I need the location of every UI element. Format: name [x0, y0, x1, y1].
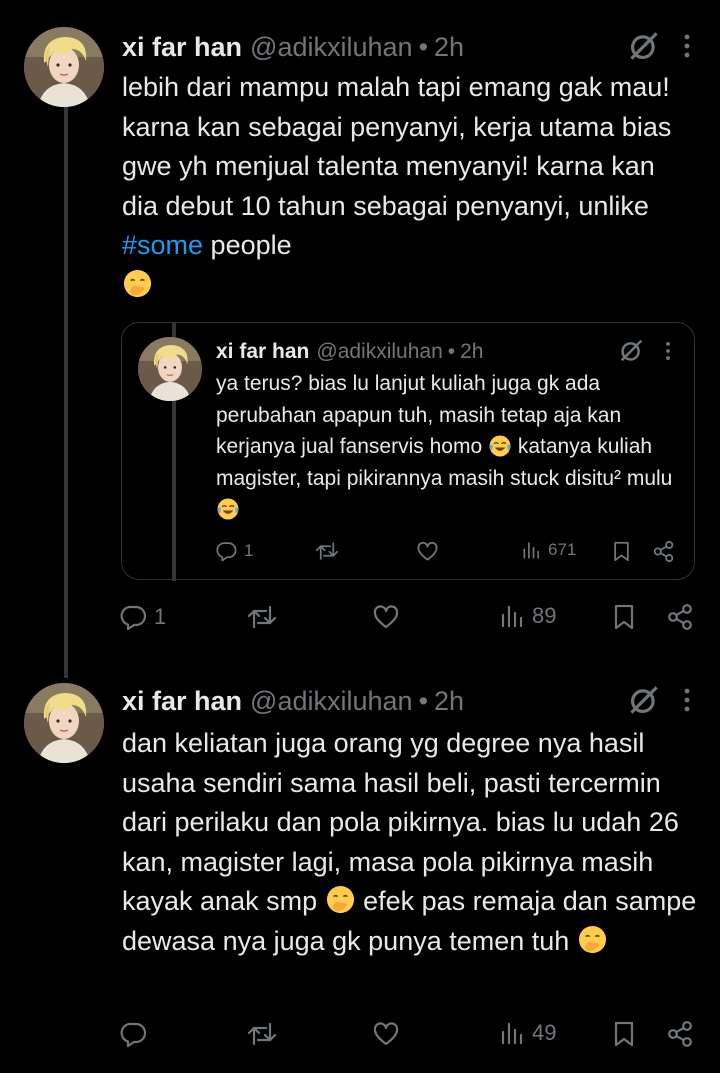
quoted-like-button[interactable]	[416, 540, 439, 563]
view-count: 89	[532, 603, 557, 628]
bookmark-button[interactable]	[612, 603, 636, 631]
tears-of-joy-emoji	[216, 497, 240, 521]
timestamp[interactable]: 2h	[434, 32, 464, 63]
heart-icon	[372, 603, 400, 631]
bookmark-icon	[612, 540, 631, 563]
like-button[interactable]	[372, 1020, 400, 1048]
avatar[interactable]	[24, 27, 104, 107]
like-button[interactable]	[372, 603, 400, 631]
display-name[interactable]: xi far han	[122, 32, 242, 63]
quoted-bookmark-button[interactable]	[612, 540, 631, 563]
tweet-text-end: people	[203, 230, 292, 260]
views-icon	[500, 603, 526, 629]
views-icon	[500, 1020, 526, 1046]
quoted-reply-button[interactable]: 1	[216, 540, 253, 562]
share-icon	[666, 603, 694, 631]
quoted-action-bar: 1 671	[216, 540, 686, 570]
display-name[interactable]: xi far han	[122, 686, 242, 717]
tweet-header: xi far han @adikxiluhan • 2h	[122, 681, 464, 721]
views-button[interactable]: 89	[500, 603, 556, 629]
grok-icon[interactable]	[619, 338, 644, 363]
quoted-display-name[interactable]: xi far han	[216, 340, 309, 364]
quoted-reply-count: 1	[244, 541, 254, 560]
views-button[interactable]: 49	[500, 1020, 556, 1046]
share-icon	[666, 1020, 694, 1048]
face-with-hand-over-mouth-emoji	[577, 924, 608, 955]
reply-count: 1	[154, 604, 167, 629]
grok-icon[interactable]	[628, 30, 660, 62]
quoted-username[interactable]: @adikxiluhan	[316, 340, 442, 364]
separator-dot: •	[447, 340, 456, 363]
action-bar: 1 89	[120, 603, 700, 643]
username[interactable]: @adikxiluhan	[250, 686, 413, 717]
quoted-header: xi far han @adikxiluhan • 2h	[216, 337, 483, 367]
share-button[interactable]	[666, 603, 694, 631]
tears-of-joy-emoji	[488, 434, 512, 458]
retweet-button[interactable]	[246, 1020, 278, 1048]
reply-icon	[216, 540, 238, 562]
timestamp[interactable]: 2h	[434, 686, 464, 717]
reply-icon	[120, 603, 148, 631]
tweet-text: lebih dari mampu malah tapi emang gak ma…	[122, 68, 697, 305]
quoted-tweet[interactable]: xi far han @adikxiluhan • 2h ya terus? b…	[121, 322, 695, 581]
tweet-2[interactable]: xi far han @adikxiluhan • 2h dan keliata…	[0, 678, 720, 1073]
view-count: 49	[532, 1020, 557, 1045]
quoted-avatar[interactable]	[138, 337, 202, 401]
face-with-hand-over-mouth-emoji	[325, 884, 356, 915]
tweet-text: dan keliatan juga orang yg degree nya ha…	[122, 724, 697, 961]
share-icon	[652, 540, 675, 563]
heart-icon	[372, 1020, 400, 1048]
tweet-header-actions	[628, 684, 692, 716]
quoted-retweet-button[interactable]	[314, 540, 340, 562]
action-bar: 49	[120, 1020, 700, 1060]
reply-button[interactable]	[120, 1020, 148, 1048]
bookmark-icon	[612, 1020, 636, 1048]
face-with-hand-over-mouth-emoji	[122, 268, 153, 299]
grok-icon[interactable]	[628, 684, 660, 716]
bookmark-button[interactable]	[612, 1020, 636, 1048]
quoted-header-actions	[619, 338, 672, 363]
quoted-timestamp[interactable]: 2h	[460, 340, 483, 364]
quoted-text: ya terus? bias lu lanjut kuliah juga gk …	[216, 368, 676, 526]
separator-dot: •	[418, 31, 429, 62]
retweet-icon	[246, 603, 278, 631]
retweet-icon	[246, 1020, 278, 1048]
quoted-share-button[interactable]	[652, 540, 675, 563]
retweet-button[interactable]	[246, 603, 278, 631]
share-button[interactable]	[666, 1020, 694, 1048]
bookmark-icon	[612, 603, 636, 631]
quoted-views-button[interactable]: 671	[522, 540, 576, 560]
reply-button[interactable]: 1	[120, 603, 166, 631]
hashtag-link[interactable]: #some	[122, 230, 203, 260]
avatar[interactable]	[24, 683, 104, 763]
tweet-1[interactable]: xi far han @adikxiluhan • 2h lebih dari …	[0, 0, 720, 678]
thread-line	[64, 107, 68, 678]
more-options-icon[interactable]	[682, 686, 692, 714]
reply-icon	[120, 1020, 148, 1048]
tweet-text-main: lebih dari mampu malah tapi emang gak ma…	[122, 72, 672, 221]
tweet-header-actions	[628, 30, 692, 62]
more-options-icon[interactable]	[664, 340, 672, 362]
quoted-view-count: 671	[548, 540, 577, 559]
views-icon	[522, 540, 542, 560]
separator-dot: •	[418, 685, 429, 716]
more-options-icon[interactable]	[682, 32, 692, 60]
tweet-header: xi far han @adikxiluhan • 2h	[122, 27, 464, 67]
retweet-icon	[314, 540, 340, 562]
username[interactable]: @adikxiluhan	[250, 32, 413, 63]
heart-icon	[416, 540, 439, 563]
